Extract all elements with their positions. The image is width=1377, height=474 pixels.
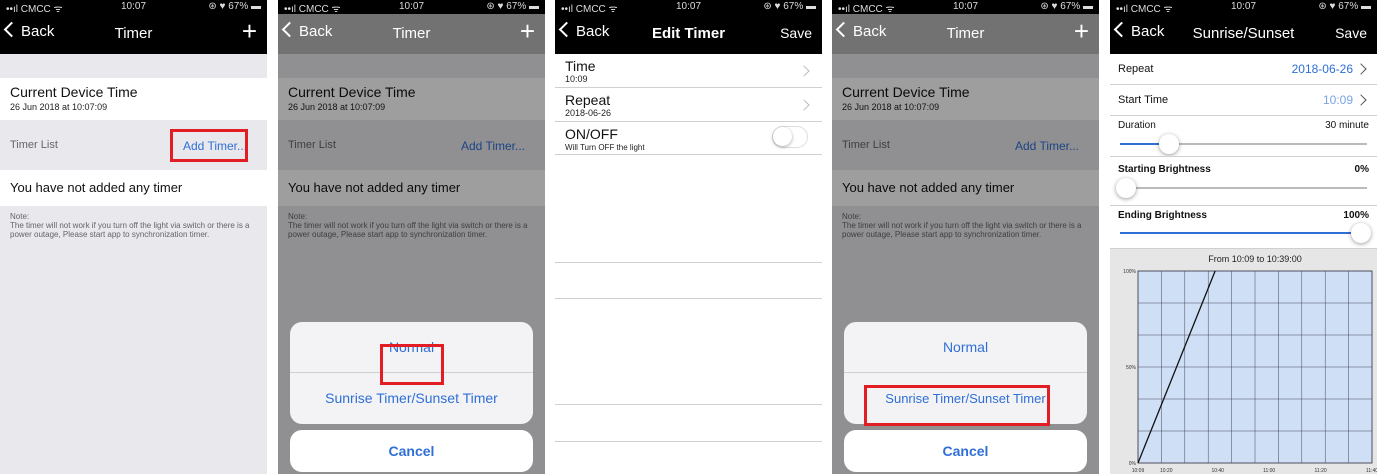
repeat-label: Repeat	[1118, 63, 1154, 75]
divider	[555, 404, 822, 405]
duration-value: 30 minute	[1325, 120, 1369, 131]
plus-icon[interactable]: +	[242, 16, 257, 47]
status-bar: ••ıl CMCC ᯤ 10:07 ⊛ ♥ 67% ▬	[278, 0, 545, 15]
screen-edit-timer: ••ıl CMCC ᯤ 10:07 ⊛ ♥ 67% ▬ Back Edit Ti…	[555, 0, 822, 474]
duration-label: Duration	[1118, 120, 1156, 131]
slider-thumb[interactable]	[1159, 134, 1180, 154]
page-title: Timer	[114, 25, 153, 42]
repeat-row[interactable]: Repeat 2018-06-26	[1110, 54, 1377, 84]
chart-title: From 10:09 to 10:39:00	[1208, 254, 1302, 264]
toggle-knob	[773, 127, 792, 146]
chevron-right-icon	[1355, 63, 1367, 75]
divider	[555, 154, 822, 155]
note-area: Note: The timer will not work if you tur…	[0, 206, 267, 474]
device-time-cell: Current Device Time 26 Jun 2018 at 10:07…	[0, 78, 267, 120]
time-label: Time	[565, 58, 596, 74]
starting-brightness-value: 0%	[1354, 164, 1369, 175]
nav-bar: Back Edit Timer Save	[555, 14, 822, 54]
nav-bar: Back Sunrise/Sunset Save	[1110, 14, 1377, 54]
status-bar: ••ıl CMCC ᯤ 10:07 ⊛ ♥ 67% ▬	[555, 0, 822, 15]
repeat-value: 2018-06-26	[565, 108, 612, 118]
battery-label: ⊛ ♥ 67% ▬	[208, 1, 261, 12]
duration-row: Duration 30 minute	[1110, 116, 1377, 156]
brightness-chart: From 10:09 to 10:39:00 10:09 10:20 10:40 11:…	[1123, 254, 1377, 474]
repeat-value: 2018-06-26	[1291, 62, 1353, 76]
onoff-label: ON/OFF	[565, 126, 618, 142]
divider	[555, 441, 822, 442]
time-row[interactable]: Time 10:09	[555, 54, 822, 86]
page-title: Timer	[392, 25, 431, 42]
x-tick-label: 10:20	[1160, 468, 1173, 474]
start-time-row[interactable]: Start Time 10:09	[1110, 85, 1377, 115]
screen-timer-sheet-sunrise: ••ıl CMCC ᯤ 10:07 ⊛ ♥ 67% ▬ Back Timer +…	[832, 0, 1099, 474]
highlight-box	[380, 344, 444, 385]
note-text: Note: The timer will not work if you tur…	[10, 212, 250, 239]
starting-brightness-label: Starting Brightness	[1118, 164, 1211, 175]
empty-message-cell: You have not added any timer	[0, 170, 267, 206]
onoff-row: ON/OFF Will Turn OFF the light	[555, 122, 822, 154]
y-tick-label: 0%	[1129, 461, 1137, 467]
onoff-sub: Will Turn OFF the light	[565, 143, 645, 152]
chevron-right-icon	[1355, 94, 1367, 106]
chevron-right-icon	[798, 65, 810, 77]
page-title: Timer	[946, 25, 985, 42]
ending-brightness-row: Ending Brightness 100%	[1110, 206, 1377, 248]
y-tick-label: 50%	[1126, 365, 1137, 371]
screen-sunrise-sunset: ••ıl CMCC ᯤ 10:07 ⊛ ♥ 67% ▬ Back Sunrise…	[1110, 0, 1377, 474]
screen-timer: ••ıl CMCC ᯤ 10:07 ⊛ ♥ 67% ▬ Back Timer +…	[0, 0, 267, 474]
highlight-box	[864, 385, 1050, 426]
device-time-label: Current Device Time	[10, 84, 138, 100]
normal-option[interactable]: Normal	[844, 322, 1087, 372]
x-tick-label: 11:40	[1366, 468, 1377, 474]
x-tick-label: 10:09	[1132, 468, 1145, 474]
screen-timer-sheet-normal: ••ıl CMCC ᯤ 10:07 ⊛ ♥ 67% ▬ Back Timer +…	[278, 0, 545, 474]
repeat-label: Repeat	[565, 92, 611, 108]
start-time-label: Start Time	[1118, 94, 1169, 106]
x-tick-label: 11:20	[1314, 468, 1326, 474]
device-time-value: 26 Jun 2018 at 10:07:09	[10, 102, 108, 112]
start-time-value: 10:09	[1322, 93, 1353, 107]
slider-fill	[1120, 232, 1367, 234]
plus-icon[interactable]: +	[1074, 16, 1089, 47]
ending-brightness-value: 100%	[1343, 210, 1369, 221]
spacer	[0, 54, 267, 78]
battery-label: ⊛ ♥ 67% ▬	[763, 1, 816, 12]
chart-area: From 10:09 to 10:39:00 10:09 10:20 10:40 11:…	[1110, 249, 1377, 474]
highlight-box	[170, 129, 248, 162]
cancel-button[interactable]: Cancel	[290, 430, 533, 472]
divider	[555, 298, 822, 299]
plus-icon[interactable]: +	[520, 16, 535, 47]
x-tick-label: 11:00	[1263, 468, 1275, 474]
battery-label: ⊛ ♥ 67% ▬	[1318, 1, 1371, 12]
starting-brightness-slider[interactable]	[1116, 178, 1367, 206]
nav-bar: Back Timer +	[0, 14, 267, 54]
nav-bar: Back Timer +	[832, 14, 1099, 54]
battery-label: ⊛ ♥ 67% ▬	[1040, 1, 1093, 12]
battery-label: ⊛ ♥ 67% ▬	[486, 1, 539, 12]
status-bar: ••ıl CMCC ᯤ 10:07 ⊛ ♥ 67% ▬	[832, 0, 1099, 15]
status-bar: ••ıl CMCC ᯤ 10:07 ⊛ ♥ 67% ▬	[1110, 0, 1377, 15]
ending-brightness-label: Ending Brightness	[1118, 210, 1207, 221]
onoff-toggle[interactable]	[772, 126, 808, 148]
status-bar: ••ıl CMCC ᯤ 10:07 ⊛ ♥ 67% ▬	[0, 0, 267, 15]
y-tick-label: 100%	[1123, 269, 1136, 275]
chevron-right-icon	[798, 99, 810, 111]
nav-bar: Back Timer +	[278, 14, 545, 54]
cancel-button[interactable]: Cancel	[844, 430, 1087, 472]
slider-thumb[interactable]	[1116, 178, 1136, 198]
timer-list-label: Timer List	[10, 139, 58, 151]
empty-message: You have not added any timer	[10, 180, 183, 195]
slider-track	[1120, 187, 1367, 189]
divider	[555, 262, 822, 263]
x-tick-label: 10:40	[1211, 468, 1224, 474]
repeat-row[interactable]: Repeat 2018-06-26	[555, 88, 822, 120]
starting-brightness-row: Starting Brightness 0%	[1110, 157, 1377, 205]
slider-thumb[interactable]	[1351, 223, 1371, 243]
save-button[interactable]: Save	[1335, 25, 1367, 41]
save-button[interactable]: Save	[780, 25, 812, 41]
time-value: 10:09	[565, 74, 588, 84]
